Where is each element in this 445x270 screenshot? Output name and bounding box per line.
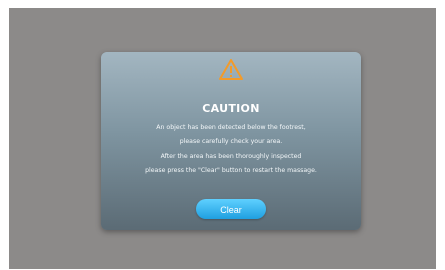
message-line-3: After the area has been thoroughly inspe… bbox=[160, 153, 302, 160]
message-line-1: An object has been detected below the fo… bbox=[156, 124, 306, 131]
device-screen: CAUTION An object has been detected belo… bbox=[9, 8, 436, 269]
warning-triangle-icon bbox=[218, 58, 244, 82]
clear-button[interactable]: Clear bbox=[196, 199, 266, 219]
dialog-title: CAUTION bbox=[202, 102, 260, 115]
message-line-4: please press the "Clear" button to resta… bbox=[145, 167, 317, 174]
caution-dialog: CAUTION An object has been detected belo… bbox=[101, 52, 361, 230]
message-line-2: please carefully check your area. bbox=[179, 138, 283, 145]
